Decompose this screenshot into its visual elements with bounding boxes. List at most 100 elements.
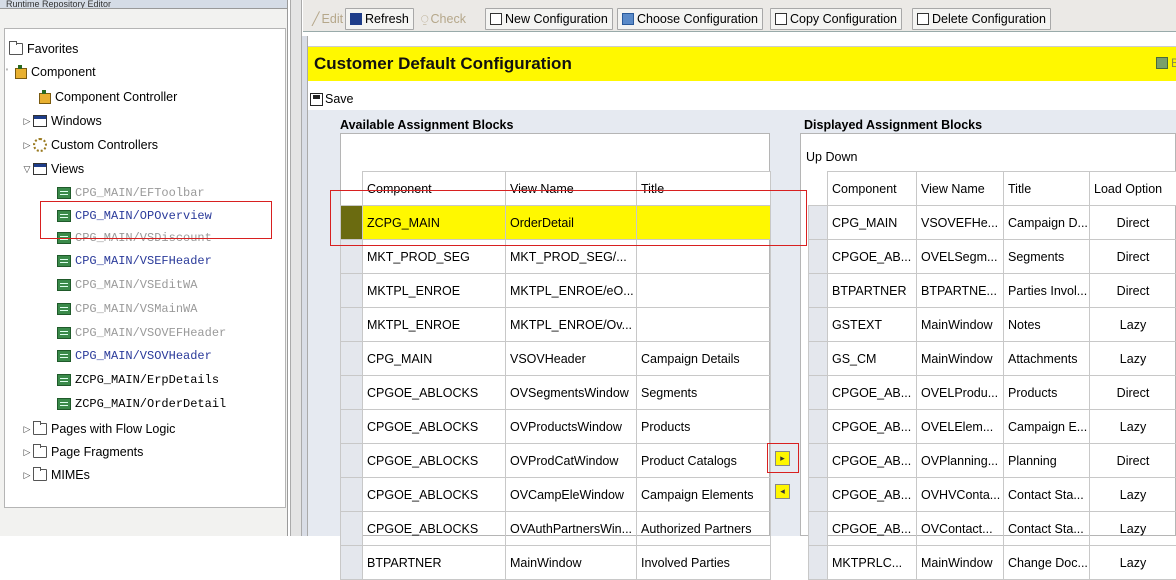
- row-selector[interactable]: [341, 342, 363, 376]
- table-row[interactable]: GSTEXTMainWindowNotesLazy: [809, 308, 1176, 342]
- tree-label: Page Fragments: [51, 442, 143, 462]
- tree-item-view[interactable]: CPG_MAIN/VSEFHeader: [57, 251, 212, 271]
- row-highlight-frame: [330, 190, 807, 246]
- table-cell: MKTPL_ENROE: [363, 308, 506, 342]
- tree-item-mimes[interactable]: ▷MIMEs: [21, 465, 90, 485]
- row-selector[interactable]: [809, 274, 828, 308]
- expand-triangle-icon[interactable]: ▷: [21, 465, 33, 485]
- table-row[interactable]: CPGOE_ABLOCKSOVSegmentsWindowSegments: [341, 376, 771, 410]
- table-cell: Parties Invol...: [1004, 274, 1090, 308]
- table-cell: OVAuthPartnersWin...: [506, 512, 637, 546]
- tree-item-view[interactable]: CPG_MAIN/VSOVHeader: [57, 346, 212, 366]
- row-selector[interactable]: [341, 410, 363, 444]
- table-row[interactable]: MKTPL_ENROEMKTPL_ENROE/Ov...: [341, 308, 771, 342]
- row-selector[interactable]: [809, 308, 828, 342]
- displayed-tools: Up Down: [806, 150, 857, 164]
- new-configuration-button[interactable]: New Configuration: [485, 8, 613, 30]
- move-left-button[interactable]: ◂: [775, 484, 790, 499]
- splitter[interactable]: [290, 0, 302, 536]
- new-document-icon: [490, 13, 502, 25]
- tree-item-view[interactable]: ZCPG_MAIN/ErpDetails: [57, 370, 219, 390]
- row-selector[interactable]: [341, 478, 363, 512]
- table-row[interactable]: CPGOE_AB...OVContact...Contact Sta...Laz…: [809, 512, 1176, 546]
- table-row[interactable]: CPGOE_AB...OVELElem...Campaign E...Lazy: [809, 410, 1176, 444]
- table-row[interactable]: CPGOE_ABLOCKSOVProductsWindowProducts: [341, 410, 771, 444]
- refresh-button[interactable]: Refresh: [345, 8, 414, 30]
- table-cell: [637, 308, 771, 342]
- table-row[interactable]: CPGOE_ABLOCKSOVProdCatWindowProduct Cata…: [341, 444, 771, 478]
- expand-triangle-icon[interactable]: ▷: [21, 419, 33, 439]
- tree-item-page-fragments[interactable]: ▷ Page Fragments: [21, 442, 143, 462]
- column-header[interactable]: Load Option: [1090, 172, 1176, 206]
- row-selector[interactable]: [341, 444, 363, 478]
- expand-triangle-icon[interactable]: ▷: [21, 135, 33, 155]
- row-selector[interactable]: [809, 546, 828, 580]
- tree-item-component[interactable]: 'Component: [1, 62, 96, 82]
- delete-configuration-button[interactable]: Delete Configuration: [912, 8, 1051, 30]
- window-icon: [33, 115, 47, 127]
- table-cell: Products: [637, 410, 771, 444]
- table-row[interactable]: GS_CMMainWindowAttachmentsLazy: [809, 342, 1176, 376]
- table-cell: OVSegmentsWindow: [506, 376, 637, 410]
- tree-item-view[interactable]: CPG_MAIN/EFToolbar: [57, 183, 205, 203]
- table-row[interactable]: CPGOE_AB...OVELSegm...SegmentsDirect: [809, 240, 1176, 274]
- tree-item-component-controller[interactable]: Component Controller: [37, 87, 177, 107]
- row-selector[interactable]: [809, 376, 828, 410]
- column-header[interactable]: Component: [828, 172, 917, 206]
- table-row[interactable]: CPGOE_AB...OVPlanning...PlanningDirect: [809, 444, 1176, 478]
- button-label: Check: [431, 9, 466, 29]
- table-row[interactable]: CPGOE_ABLOCKSOVAuthPartnersWin...Authori…: [341, 512, 771, 546]
- view-icon: [57, 187, 71, 199]
- row-selector[interactable]: [809, 444, 828, 478]
- table-row[interactable]: CPGOE_AB...OVHVConta...Contact Sta...Laz…: [809, 478, 1176, 512]
- table-cell: CPGOE_AB...: [828, 410, 917, 444]
- table-row[interactable]: BTPARTNERBTPARTNE...Parties Invol...Dire…: [809, 274, 1176, 308]
- table-row[interactable]: CPGOE_AB...OVELProdu...ProductsDirect: [809, 376, 1176, 410]
- row-selector[interactable]: [341, 308, 363, 342]
- row-selector[interactable]: [809, 512, 828, 546]
- edit-button[interactable]: ╱Edit: [307, 8, 348, 30]
- table-cell: Lazy: [1090, 308, 1176, 342]
- row-selector[interactable]: [341, 376, 363, 410]
- row-selector[interactable]: [809, 240, 828, 274]
- expand-triangle-icon[interactable]: ▷: [21, 111, 33, 131]
- row-selector[interactable]: [809, 206, 828, 240]
- down-button[interactable]: Down: [825, 150, 857, 164]
- choose-icon: [622, 13, 634, 25]
- tree-item-custom-controllers[interactable]: ▷Custom Controllers: [21, 135, 158, 155]
- table-row[interactable]: CPG_MAINVSOVEFHe...Campaign D...Direct: [809, 206, 1176, 240]
- collapse-triangle-icon[interactable]: ▽: [21, 159, 33, 179]
- table-cell: Involved Parties: [637, 546, 771, 580]
- table-row[interactable]: BTPARTNERMainWindowInvolved Parties: [341, 546, 771, 580]
- expand-triangle-icon[interactable]: ▷: [21, 442, 33, 462]
- tree-item-view[interactable]: CPG_MAIN/VSMainWA: [57, 299, 197, 319]
- table-row[interactable]: MKTPL_ENROEMKTPL_ENROE/eO...: [341, 274, 771, 308]
- back-button[interactable]: Ba: [1156, 56, 1176, 70]
- tree-item-favorites[interactable]: Favorites: [9, 39, 78, 59]
- row-selector[interactable]: [809, 342, 828, 376]
- copy-configuration-button[interactable]: Copy Configuration: [770, 8, 902, 30]
- tree-item-views[interactable]: ▽Views: [21, 159, 84, 179]
- available-blocks-title: Available Assignment Blocks: [340, 118, 513, 132]
- folder-icon: [33, 446, 47, 458]
- check-button[interactable]: ⍜Check: [416, 8, 471, 30]
- column-header[interactable]: Title: [1004, 172, 1090, 206]
- save-button[interactable]: Save: [310, 92, 354, 106]
- choose-configuration-button[interactable]: Choose Configuration: [617, 8, 763, 30]
- row-selector[interactable]: [809, 478, 828, 512]
- table-row[interactable]: CPGOE_ABLOCKSOVCampEleWindowCampaign Ele…: [341, 478, 771, 512]
- row-selector[interactable]: [341, 546, 363, 580]
- column-header[interactable]: View Name: [917, 172, 1004, 206]
- tree-item-view[interactable]: CPG_MAIN/VSEditWA: [57, 275, 197, 295]
- table-row[interactable]: CPG_MAINVSOVHeaderCampaign Details: [341, 342, 771, 376]
- row-selector[interactable]: [809, 410, 828, 444]
- tree-item-windows[interactable]: ▷Windows: [21, 111, 102, 131]
- row-selector[interactable]: [341, 274, 363, 308]
- row-selector[interactable]: [341, 512, 363, 546]
- table-row[interactable]: MKTPRLC...MainWindowChange Doc...Lazy: [809, 546, 1176, 580]
- back-icon: [1156, 57, 1168, 69]
- tree-item-pages-with-flow-logic[interactable]: ▷Pages with Flow Logic: [21, 419, 175, 439]
- up-button[interactable]: Up: [806, 150, 822, 164]
- tree-item-view[interactable]: CPG_MAIN/VSOVEFHeader: [57, 323, 226, 343]
- tree-item-view[interactable]: ZCPG_MAIN/OrderDetail: [57, 394, 226, 414]
